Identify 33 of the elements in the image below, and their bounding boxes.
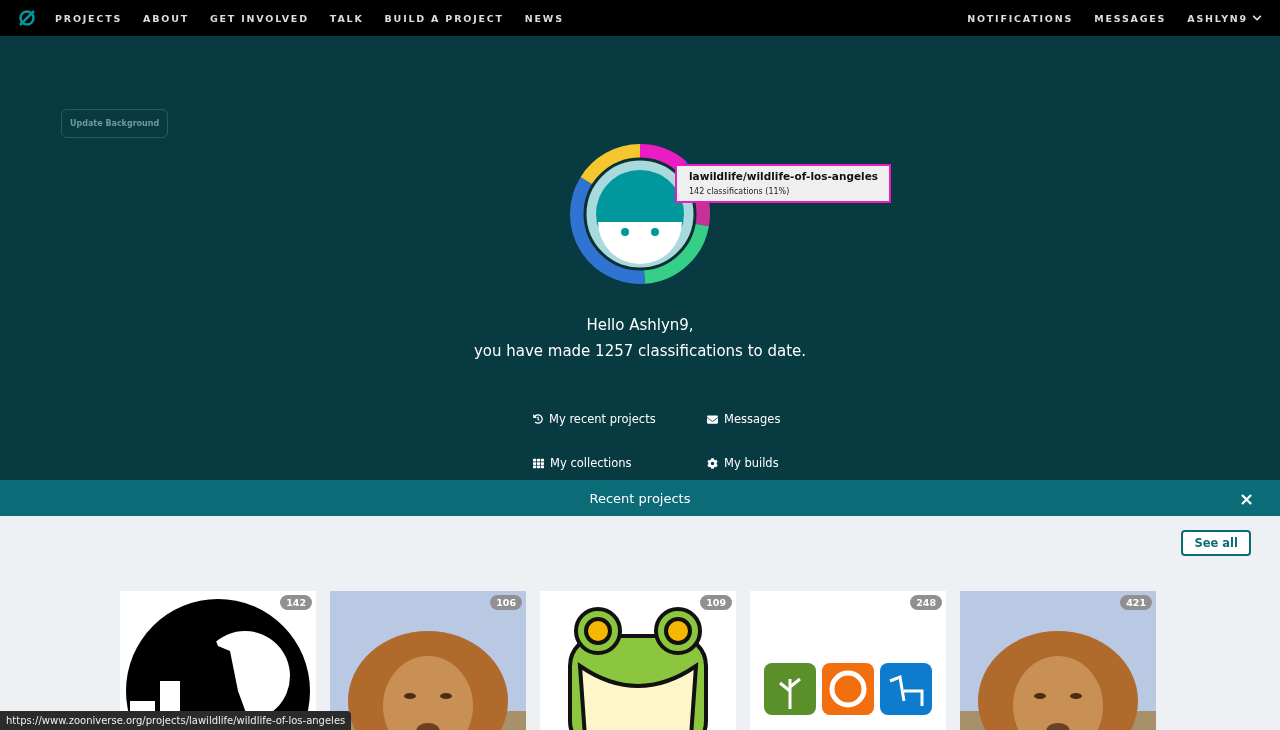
profile-link[interactable]: My collections (533, 452, 707, 474)
section-title: Recent projects (589, 490, 691, 506)
user-menu[interactable]: ASHLYN9 (1187, 12, 1262, 24)
see-all-button[interactable]: See all (1181, 530, 1251, 556)
classification-count: 421 (1120, 595, 1152, 610)
chevron-down-icon (1252, 13, 1262, 23)
grid-icon (533, 457, 544, 469)
gear-icon (707, 457, 718, 469)
classification-count: 109 (700, 595, 732, 610)
classification-count: 142 (280, 595, 312, 610)
greeting: Hello Ashlyn9, (585, 315, 695, 336)
tooltip-title: lawildlife/wildlife-of-los-angeles (689, 170, 879, 182)
nav-link[interactable]: GET INVOLVED (209, 12, 309, 24)
history-icon (533, 414, 543, 424)
logo-icon[interactable] (18, 9, 36, 27)
classification-count: 248 (910, 595, 942, 610)
nav-link[interactable]: TALK (329, 12, 364, 24)
classification-summary: you have made 1257 classifications to date. (473, 341, 807, 362)
tooltip-detail: 142 classifications (11%) (689, 187, 791, 196)
profile-link[interactable]: My recent projects (533, 408, 707, 430)
classification-count: 106 (490, 595, 522, 610)
profile-link[interactable]: My builds (707, 452, 787, 474)
url-tooltip: https://www.zooniverse.org/projects/lawildlife/wildlife-of-los-angeles (0, 711, 352, 730)
nav-link[interactable]: BUILD A PROJECT (384, 12, 504, 24)
envelope-icon (707, 413, 718, 425)
close-button[interactable]: × (1238, 488, 1254, 509)
nav-link[interactable]: NEWS (524, 12, 564, 24)
nav-link[interactable]: PROJECTS (55, 12, 123, 24)
nav-link[interactable]: ABOUT (143, 12, 189, 24)
profile-link[interactable]: Messages (707, 408, 787, 430)
nav-link[interactable]: NOTIFICATIONS (967, 12, 1074, 24)
update-background-button[interactable]: Update Background (61, 109, 169, 138)
nav-link[interactable]: MESSAGES (1094, 12, 1167, 24)
